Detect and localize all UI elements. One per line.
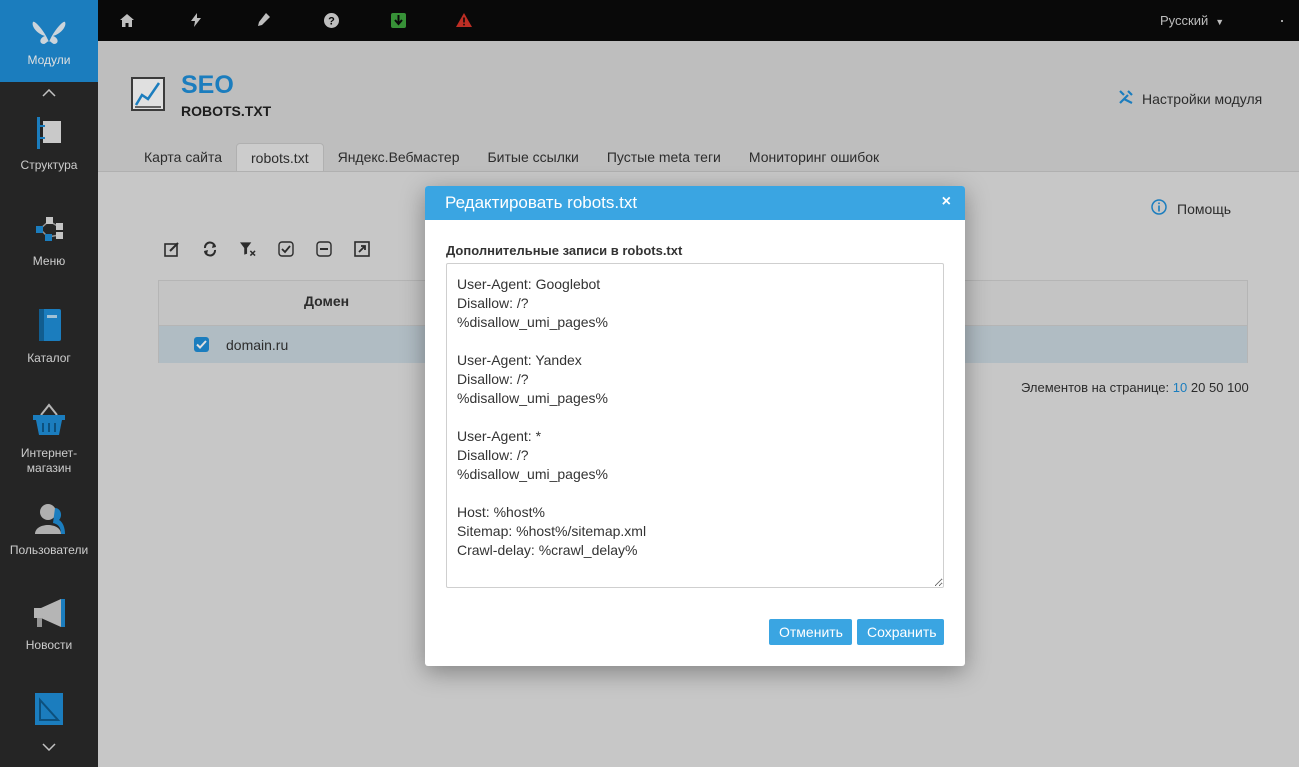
open-icon[interactable] bbox=[354, 241, 370, 257]
help-label: Помощь bbox=[1177, 200, 1232, 217]
robots-field-label: Дополнительные записи в robots.txt bbox=[446, 243, 683, 258]
sidebar-item-label: Структура bbox=[20, 158, 78, 172]
sidebar-item-label: Модули bbox=[27, 52, 71, 67]
dialog-header: Редактировать robots.txt × bbox=[425, 186, 965, 220]
refresh-icon[interactable] bbox=[202, 241, 218, 257]
sidebar-item-users[interactable]: Пользователи bbox=[0, 502, 98, 558]
row-checkbox[interactable] bbox=[194, 337, 209, 352]
cancel-button[interactable]: Отменить bbox=[769, 619, 852, 645]
book-icon bbox=[34, 308, 64, 345]
menu-tree-icon bbox=[32, 213, 66, 248]
structure-icon bbox=[34, 117, 64, 152]
lightning-icon[interactable] bbox=[188, 12, 204, 28]
topbar-dot bbox=[1281, 20, 1283, 22]
robots-textarea[interactable]: User-Agent: Googlebot Disallow: /? %disa… bbox=[446, 263, 944, 588]
sidebar-item-label: Новости bbox=[25, 638, 73, 652]
tab-empty-meta[interactable]: Пустые meta теги bbox=[593, 143, 735, 172]
pen-icon[interactable] bbox=[255, 12, 271, 28]
sidebar-item-structure[interactable]: Структура bbox=[0, 117, 98, 173]
sidebar-item-shop[interactable]: Интернет- магазин bbox=[0, 403, 98, 476]
warning-icon[interactable] bbox=[456, 12, 472, 28]
user-icon bbox=[33, 502, 65, 537]
edit-robots-dialog: Редактировать robots.txt × Дополнительны… bbox=[425, 186, 965, 666]
tab-robots-txt[interactable]: robots.txt bbox=[236, 143, 324, 172]
sidebar-scroll-up[interactable] bbox=[0, 84, 98, 100]
module-settings-link[interactable]: Настройки модуля bbox=[1118, 89, 1262, 108]
check-all-icon[interactable] bbox=[278, 241, 294, 257]
question-icon[interactable]: ? bbox=[323, 12, 339, 28]
module-header: SEO ROBOTS.TXT Настройки модуля Карта са… bbox=[98, 41, 1299, 172]
sidebar-scroll-down[interactable] bbox=[0, 738, 98, 754]
language-label: Русский bbox=[1160, 13, 1209, 28]
page-size-label: Элементов на странице: bbox=[1021, 380, 1170, 395]
grid-toolbar bbox=[164, 241, 370, 257]
edit-icon[interactable] bbox=[164, 241, 180, 257]
sidebar-item-menu[interactable]: Меню bbox=[0, 213, 98, 269]
save-button[interactable]: Сохранить bbox=[857, 619, 944, 645]
settings-label: Настройки модуля bbox=[1142, 90, 1263, 107]
basket-icon bbox=[31, 403, 67, 440]
tab-yandex-webmaster[interactable]: Яндекс.Вебмастер bbox=[324, 143, 474, 172]
page-size-selector: Элементов на странице: 10 20 50 100 bbox=[1021, 380, 1249, 395]
sidebar-item-modules[interactable]: Модули bbox=[0, 0, 98, 82]
language-selector[interactable]: Русский ▼ bbox=[1160, 13, 1224, 28]
module-tabs: Карта сайта robots.txt Яндекс.Вебмастер … bbox=[130, 143, 893, 172]
column-header-domain[interactable]: Домен bbox=[304, 293, 349, 309]
sidebar-item-label: Каталог bbox=[27, 351, 71, 365]
sidebar-item-catalog[interactable]: Каталог bbox=[0, 308, 98, 366]
left-sidebar: Модули Структура Меню Каталог Интернет- … bbox=[0, 0, 98, 767]
download-icon[interactable] bbox=[390, 12, 406, 28]
page-title: SEO bbox=[181, 71, 234, 99]
seo-chart-icon bbox=[131, 77, 165, 111]
clear-filter-icon[interactable] bbox=[240, 241, 256, 257]
caret-down-icon: ▼ bbox=[1215, 17, 1225, 27]
sidebar-item-label: Интернет- магазин bbox=[20, 446, 78, 475]
megaphone-icon bbox=[31, 597, 67, 632]
page-size-20[interactable]: 20 bbox=[1191, 380, 1205, 395]
tab-sitemap[interactable]: Карта сайта bbox=[130, 143, 236, 172]
ruler-triangle-icon bbox=[33, 692, 65, 729]
page-size-100[interactable]: 100 bbox=[1227, 380, 1249, 395]
page-subtitle: ROBOTS.TXT bbox=[181, 103, 272, 119]
page-size-10[interactable]: 10 bbox=[1173, 380, 1187, 395]
close-icon[interactable]: × bbox=[942, 193, 951, 211]
home-icon[interactable] bbox=[119, 12, 135, 28]
tab-broken-links[interactable]: Битые ссылки bbox=[473, 143, 592, 172]
dialog-title: Редактировать robots.txt bbox=[445, 193, 638, 212]
domain-cell: domain.ru bbox=[226, 337, 289, 353]
page-size-50[interactable]: 50 bbox=[1209, 380, 1223, 395]
sidebar-item-more[interactable] bbox=[0, 692, 98, 729]
butterfly-icon bbox=[31, 16, 67, 49]
tab-error-monitoring[interactable]: Мониторинг ошибок bbox=[735, 143, 893, 172]
svg-text:?: ? bbox=[328, 15, 335, 27]
sidebar-item-news[interactable]: Новости bbox=[0, 597, 98, 653]
sidebar-item-label: Пользователи bbox=[9, 543, 89, 557]
help-link[interactable]: Помощь bbox=[1151, 199, 1231, 218]
tools-icon bbox=[1118, 89, 1134, 108]
top-bar: ? Русский ▼ bbox=[98, 0, 1299, 41]
info-icon bbox=[1151, 199, 1167, 218]
uncheck-icon[interactable] bbox=[316, 241, 332, 257]
sidebar-item-label: Меню bbox=[32, 254, 66, 268]
